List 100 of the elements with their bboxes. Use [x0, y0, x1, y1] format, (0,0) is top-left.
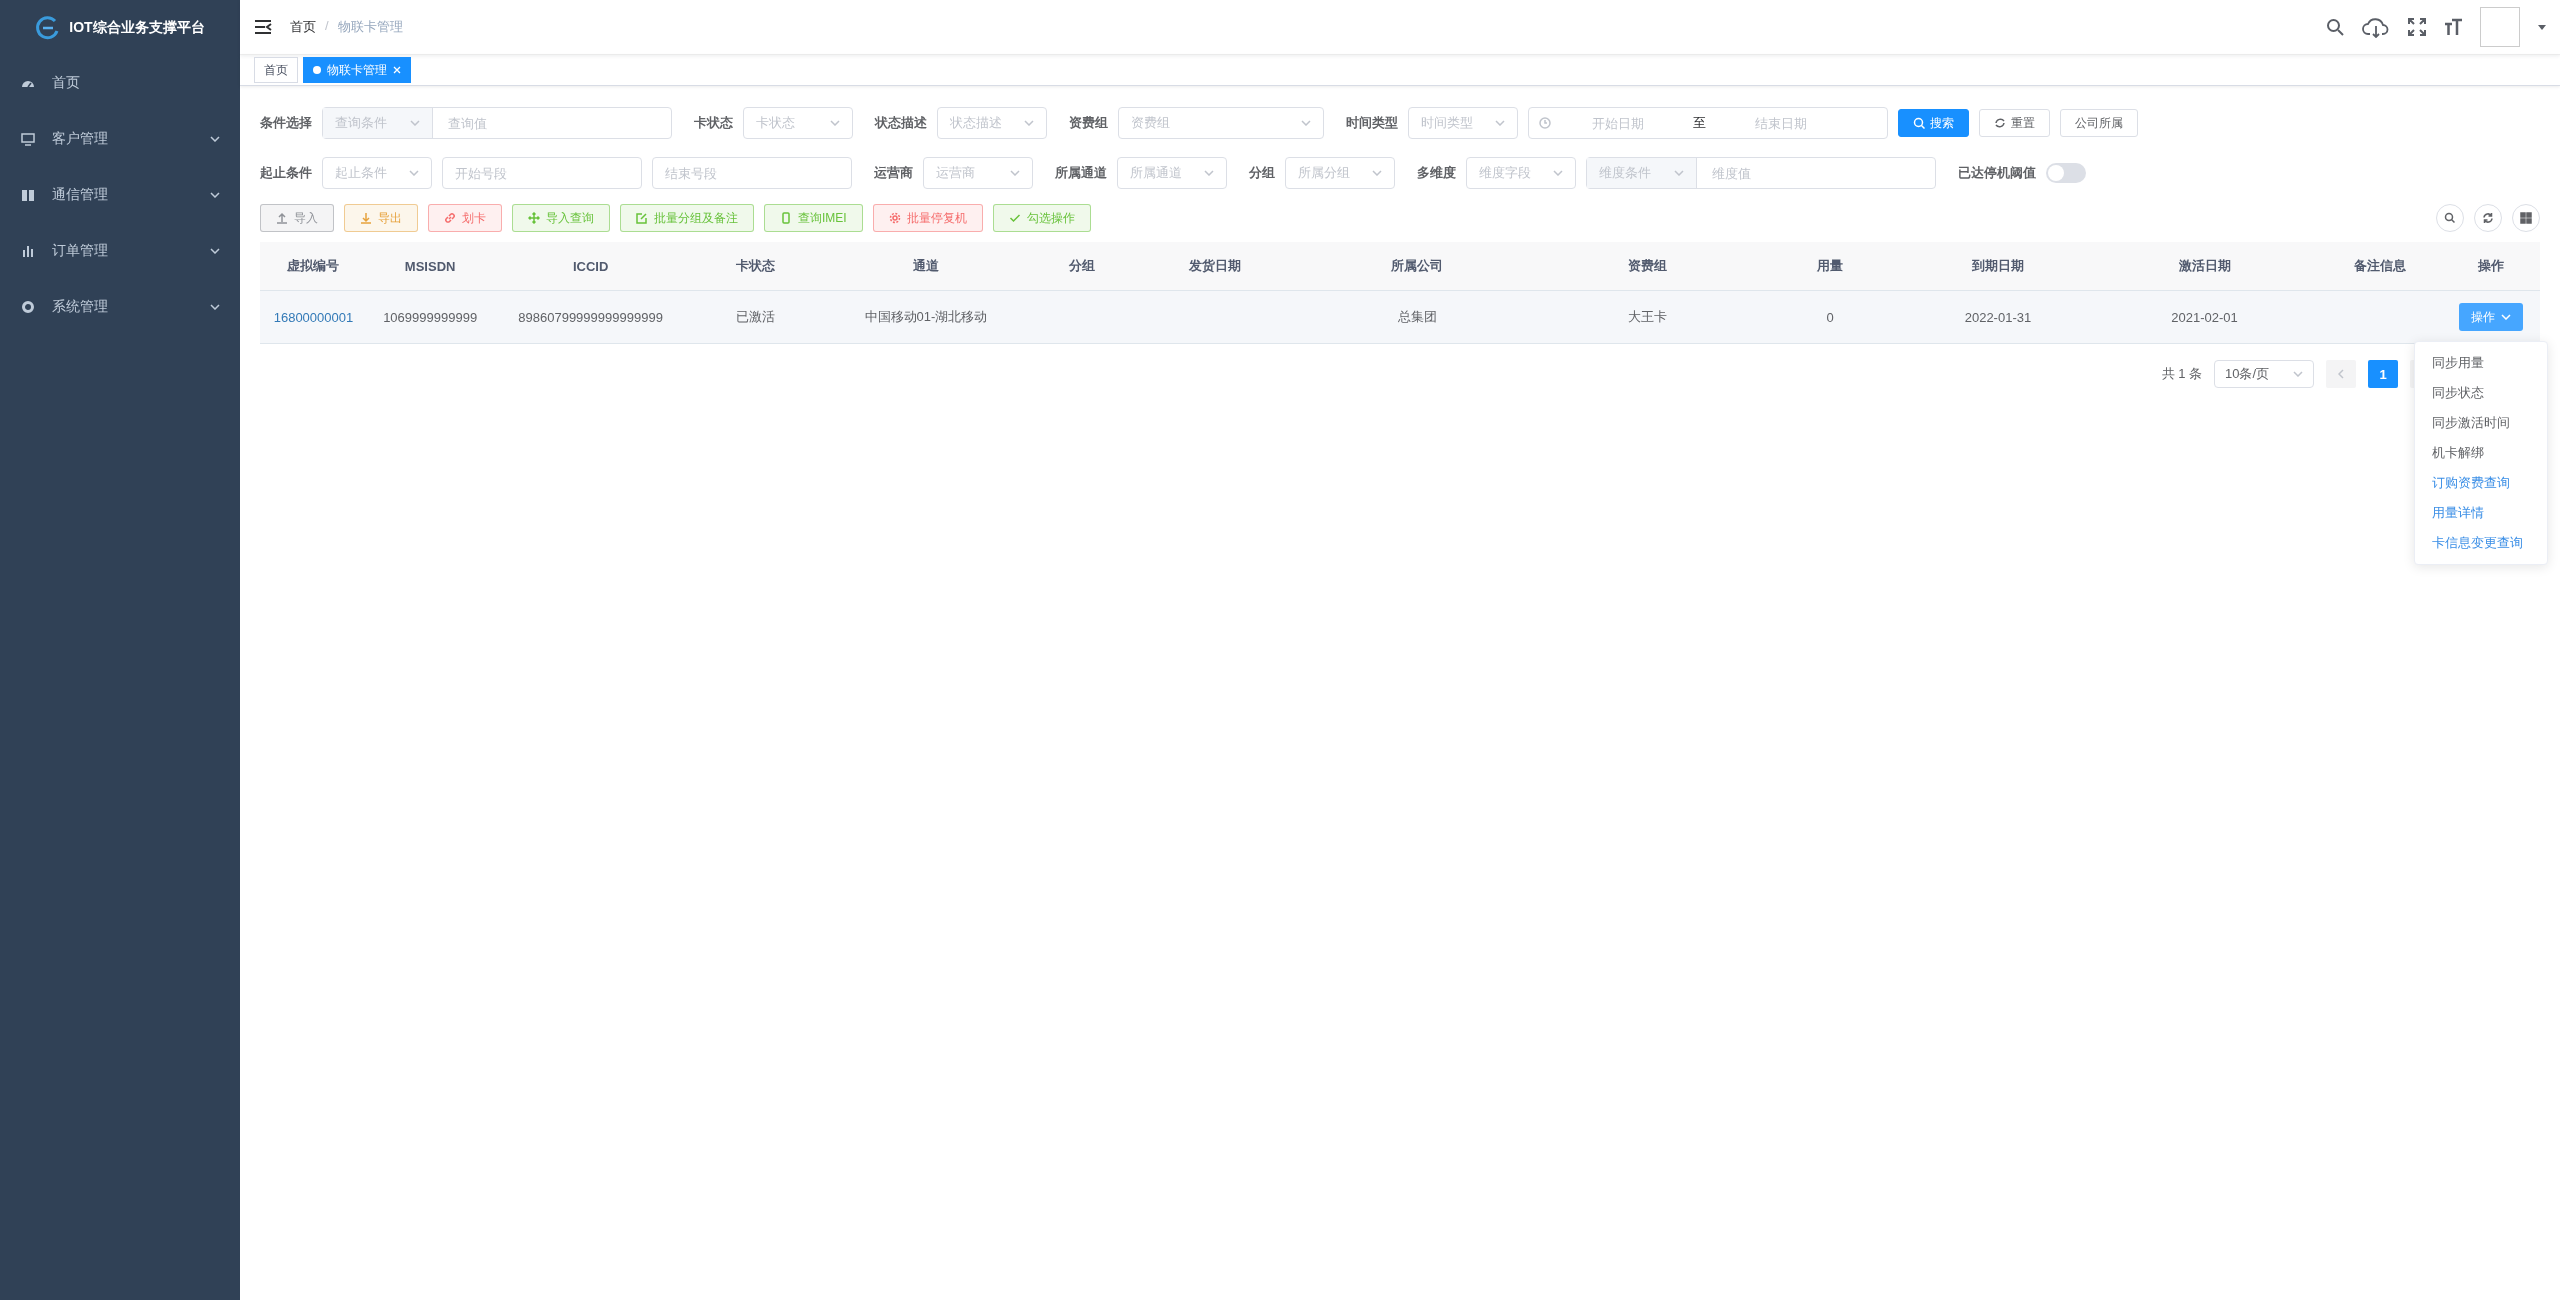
input-field[interactable]: 查询值: [433, 108, 671, 138]
close-icon[interactable]: [393, 66, 401, 74]
menu-item[interactable]: 机卡解绑: [2415, 438, 2547, 468]
menu-item[interactable]: 卡信息变更查询: [2415, 528, 2547, 558]
link-icon: [444, 212, 456, 224]
end-date-field[interactable]: 结束日期: [1714, 114, 1848, 132]
toolbar-button[interactable]: 重置: [1979, 109, 2050, 137]
action-button[interactable]: 导出: [344, 204, 418, 232]
refresh-icon: [2482, 212, 2494, 224]
chevron-down-icon: [1495, 120, 1505, 126]
select-field[interactable]: 运营商: [923, 157, 1033, 189]
chevron-down-icon: [830, 120, 840, 126]
select-field[interactable]: 状态描述: [937, 107, 1047, 139]
date-range-field[interactable]: 开始日期 至 结束日期: [1528, 107, 1888, 139]
menu-item[interactable]: 同步激活时间: [2415, 408, 2547, 438]
field-label: 运营商: [874, 164, 913, 182]
column-header: 通道: [912, 257, 940, 275]
table-cell: 89860799999999999999: [518, 309, 663, 325]
edit-icon: [636, 212, 648, 224]
text-size-icon[interactable]: [2444, 18, 2462, 36]
page-tab[interactable]: 物联卡管理: [303, 57, 411, 83]
search-icon: [2444, 212, 2456, 224]
select-field[interactable]: 起止条件: [322, 157, 432, 189]
action-button[interactable]: 勾选操作: [992, 204, 1091, 232]
chevron-down-icon: [1372, 170, 1382, 176]
breadcrumb-item[interactable]: 首页: [290, 18, 316, 36]
action-button[interactable]: 导入: [260, 204, 334, 232]
action-button[interactable]: 批量停复机: [872, 204, 983, 232]
menu-item[interactable]: 订购资费查询: [2415, 468, 2547, 498]
column-header: 分组: [1067, 257, 1096, 275]
menu-item[interactable]: 同步用量: [2415, 348, 2547, 378]
sidebar-item[interactable]: 首页: [0, 55, 240, 111]
refresh-icon: [1994, 117, 2006, 129]
menu-icon[interactable]: [254, 20, 272, 34]
sidebar-item[interactable]: 订单管理: [0, 223, 240, 279]
page-button[interactable]: 1: [2368, 360, 2398, 388]
field-label: 分组: [1249, 164, 1275, 182]
total-count: 共 1 条: [2161, 365, 2202, 383]
chevron-down-icon: [410, 120, 420, 126]
move-icon: [528, 212, 540, 224]
table-cell: 2021-02-01: [2171, 309, 2238, 325]
sidebar-item[interactable]: 通信管理: [0, 167, 240, 223]
toggle-switch[interactable]: [2046, 163, 2086, 183]
dot-icon: [313, 66, 321, 74]
download-icon: [360, 212, 372, 224]
chevron-down-icon: [1301, 120, 1311, 126]
range-separator: 至: [1692, 114, 1707, 132]
column-header: 操作: [2477, 257, 2506, 275]
column-header: 发货日期: [1188, 257, 1243, 275]
search-icon[interactable]: [2326, 18, 2344, 36]
table-cell: 已激活: [736, 308, 776, 326]
monitor-icon: [20, 131, 36, 147]
menu-item[interactable]: 用量详情: [2415, 498, 2547, 528]
select-field[interactable]: 时间类型: [1408, 107, 1518, 139]
action-button[interactable]: 导入查询: [512, 204, 610, 232]
sidebar-item[interactable]: 客户管理: [0, 111, 240, 167]
caret-down-icon[interactable]: [2538, 24, 2546, 30]
search-icon: [1913, 117, 1925, 129]
cloud-download-icon[interactable]: [2362, 16, 2390, 38]
card-number-link[interactable]: 16800000001: [273, 309, 354, 325]
select-field[interactable]: 卡状态: [743, 107, 853, 139]
action-button[interactable]: 批量分组及备注: [620, 204, 754, 232]
column-header: 卡状态: [735, 257, 777, 275]
select-field[interactable]: 资费组: [1118, 107, 1324, 139]
circle-button[interactable]: [2436, 204, 2464, 232]
page-size-select[interactable]: 10条/页: [2214, 360, 2314, 388]
page-tab[interactable]: 首页: [254, 57, 298, 83]
input-field[interactable]: 维度值: [1697, 158, 1935, 188]
chevron-down-icon: [1010, 170, 1020, 176]
column-header: 激活日期: [2177, 257, 2232, 275]
chevron-down-icon: [409, 170, 419, 176]
field-label: 卡状态: [694, 114, 733, 132]
select-field[interactable]: 维度字段: [1466, 157, 1576, 189]
circle-button[interactable]: [2512, 204, 2540, 232]
circle-button[interactable]: [2474, 204, 2502, 232]
column-header: 所属公司: [1390, 257, 1444, 275]
toolbar-button[interactable]: 公司所属: [2060, 109, 2138, 137]
field-label: 条件选择: [260, 114, 312, 132]
input-field[interactable]: 开始号段: [442, 157, 642, 189]
actions-dropdown-button[interactable]: 操作: [2459, 303, 2524, 331]
sidebar-item[interactable]: 系统管理: [0, 279, 240, 335]
column-header: 虚拟编号: [286, 257, 341, 275]
table-cell: 1069999999999: [383, 309, 478, 325]
breadcrumb-item: 物联卡管理: [337, 18, 403, 36]
field-label: 状态描述: [875, 114, 927, 132]
action-button[interactable]: 划卡: [428, 204, 502, 232]
grid-icon: [2520, 212, 2532, 224]
fullscreen-icon[interactable]: [2408, 18, 2426, 36]
clock-icon: [1539, 117, 1551, 129]
field-label: 已达停机阈值: [1958, 164, 2036, 182]
action-button[interactable]: 查询IMEI: [764, 204, 863, 232]
menu-item[interactable]: 同步状态: [2415, 378, 2547, 408]
upload-icon: [276, 212, 288, 224]
search-button[interactable]: 搜索: [1898, 109, 1969, 137]
breadcrumb-separator: /: [325, 18, 329, 35]
input-field[interactable]: 结束号段: [652, 157, 852, 189]
chevron-down-icon: [2501, 314, 2512, 320]
chevron-down-icon: [1553, 170, 1563, 176]
start-date-field[interactable]: 开始日期: [1551, 114, 1685, 132]
chevron-down-icon: [1204, 170, 1214, 176]
